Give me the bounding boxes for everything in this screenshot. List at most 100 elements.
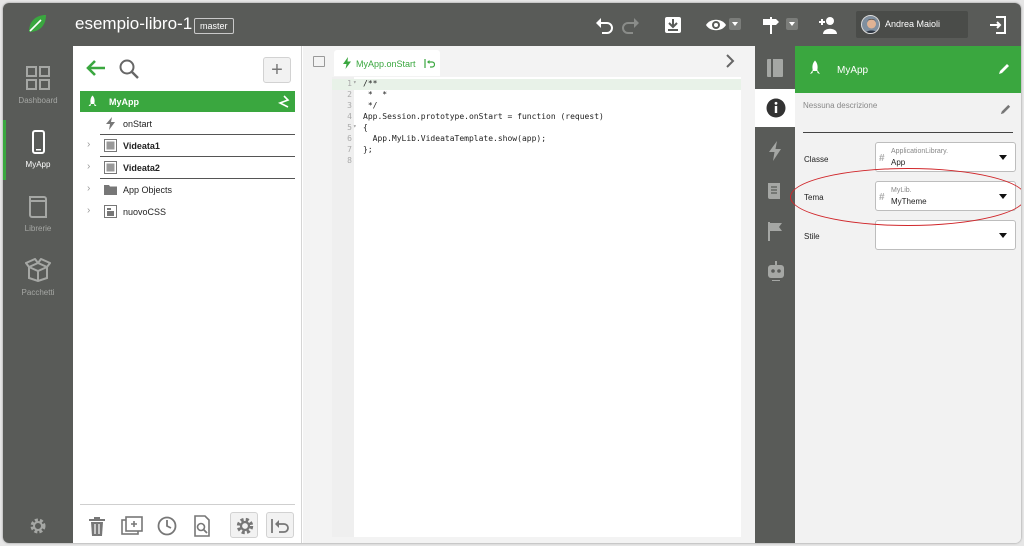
nav-item-pacchetti[interactable]: Pacchetti: [3, 248, 73, 308]
download-icon[interactable]: [662, 14, 684, 36]
code-line: 4 App.Session.prototype.onStart = functi…: [332, 112, 741, 123]
tree-item-label: onStart: [123, 119, 153, 129]
branch-badge[interactable]: master: [194, 18, 234, 34]
pencil-icon[interactable]: [999, 103, 1012, 116]
library-icon: [29, 196, 47, 218]
search-file-icon[interactable]: [191, 515, 213, 537]
chevron-right-icon[interactable]: [723, 54, 737, 68]
tab-structure[interactable]: [755, 49, 795, 87]
code-text: */: [363, 101, 378, 110]
code-line: 5 ▾ {: [332, 123, 741, 134]
left-nav: Dashboard MyApp Librerie Pacchetti: [3, 46, 73, 543]
code-area[interactable]: 1 ▾ /** 2 * * 3 */ 4 App.Session.prototyp…: [332, 77, 741, 537]
nav-item-librerie[interactable]: Librerie: [3, 184, 73, 244]
back-arrow-icon[interactable]: [85, 58, 107, 78]
rocket-icon: [88, 95, 97, 106]
flag-icon: [768, 222, 782, 241]
user-menu[interactable]: Andrea Maioli: [856, 11, 968, 38]
fold-arrow-icon[interactable]: ▾: [353, 79, 357, 86]
tree-item-onstart[interactable]: onStart: [73, 113, 302, 134]
sync-icon[interactable]: [278, 95, 290, 108]
tree-item-label: App Objects: [123, 185, 173, 195]
select-value: App: [891, 158, 906, 167]
code-line: 1 ▾ /**: [332, 79, 741, 90]
fold-arrow-icon[interactable]: ▾: [353, 123, 357, 130]
description-field[interactable]: Nessuna descrizione: [803, 101, 877, 110]
line-number: 6: [347, 134, 352, 143]
eye-icon[interactable]: [705, 14, 727, 36]
add-user-icon[interactable]: [817, 14, 839, 36]
nav-item-myapp[interactable]: MyApp: [3, 120, 73, 180]
nav-label-myapp: MyApp: [25, 160, 51, 169]
project-title[interactable]: esempio-libro-1: [75, 14, 192, 34]
return-icon[interactable]: [424, 59, 435, 68]
chevron-right-icon[interactable]: ›: [87, 184, 95, 194]
caret-down-icon: [999, 155, 1007, 160]
tab-myapp-onstart[interactable]: MyApp.onStart: [334, 50, 440, 76]
tree-item-videata2[interactable]: › Videata2: [73, 157, 302, 178]
app-logo-icon[interactable]: [25, 12, 49, 36]
line-number: 2: [347, 90, 352, 99]
tab-flags[interactable]: [755, 212, 795, 250]
tree-item-app-objects[interactable]: › App Objects: [73, 179, 302, 200]
exit-icon[interactable]: [987, 14, 1009, 36]
nav-item-dashboard[interactable]: Dashboard: [3, 56, 73, 116]
dashboard-icon: [26, 66, 50, 90]
add-item-button[interactable]: +: [263, 57, 291, 83]
line-number: 8: [347, 156, 352, 165]
file-icon[interactable]: [313, 56, 325, 67]
lightning-icon: [343, 57, 351, 69]
search-icon[interactable]: [118, 58, 140, 80]
tree-item-nuovocss[interactable]: › nuovoCSS: [73, 201, 302, 222]
deploy-dropdown-caret[interactable]: [786, 18, 798, 30]
editor-tab-bar: MyApp.onStart: [303, 46, 755, 76]
revert-button[interactable]: [266, 512, 294, 538]
gear-icon[interactable]: [27, 515, 49, 537]
document-icon: [768, 183, 780, 199]
chevron-right-icon[interactable]: ›: [87, 206, 95, 216]
view-dropdown-caret[interactable]: [729, 18, 741, 30]
undo-icon[interactable]: [593, 14, 615, 36]
code-text: };: [363, 145, 373, 154]
window-icon: [104, 139, 117, 152]
tree-item-videata1[interactable]: › Videata1: [73, 135, 302, 156]
line-number: 5: [347, 123, 352, 132]
code-text: /**: [363, 79, 378, 88]
history-icon[interactable]: [156, 515, 178, 537]
folder-icon: [104, 185, 117, 195]
inspector-icon-strip: [755, 46, 795, 543]
code-text: {: [363, 123, 368, 132]
chevron-right-icon[interactable]: ›: [87, 140, 95, 150]
tab-events[interactable]: [755, 132, 795, 170]
lightning-icon: [106, 117, 115, 130]
signpost-icon[interactable]: [760, 14, 782, 36]
code-editor-panel: MyApp.onStart 1 ▾ /** 2 * * 3 */ 4 App.Se…: [303, 46, 755, 543]
package-icon: [25, 258, 51, 282]
properties-panel: MyApp Nessuna descrizione Classe # Appli…: [795, 46, 1021, 543]
trash-icon[interactable]: [86, 515, 108, 537]
style-label: Stile: [804, 232, 820, 241]
line-number: 3: [347, 101, 352, 110]
code-text: App.Session.prototype.onStart = function…: [363, 112, 604, 121]
caret-down-icon: [999, 233, 1007, 238]
chevron-right-icon[interactable]: ›: [87, 162, 95, 172]
divider: [803, 132, 1013, 133]
window-icon: [104, 161, 117, 174]
mobile-icon: [32, 130, 45, 154]
settings-button[interactable]: [230, 512, 258, 538]
lightning-icon: [769, 141, 781, 161]
tab-assistant[interactable]: [755, 252, 795, 290]
tree-item-label: Videata1: [123, 141, 160, 151]
nav-label-pacchetti: Pacchetti: [21, 288, 55, 297]
tab-info[interactable]: [755, 89, 795, 127]
pencil-icon[interactable]: [997, 62, 1011, 76]
app-window: esempio-libro-1 master Andrea Maioli Das…: [3, 3, 1021, 543]
add-window-icon[interactable]: [121, 515, 143, 537]
select-prefix: ApplicationLibrary.: [891, 148, 949, 155]
tab-documentation[interactable]: [755, 172, 795, 210]
redo-icon[interactable]: [620, 14, 642, 36]
rocket-icon: [810, 60, 820, 74]
code-line: 6 App.MyLib.VideataTemplate.show(app);: [332, 134, 741, 145]
robot-icon: [768, 261, 784, 281]
tree-item-myapp[interactable]: MyApp: [80, 91, 295, 112]
